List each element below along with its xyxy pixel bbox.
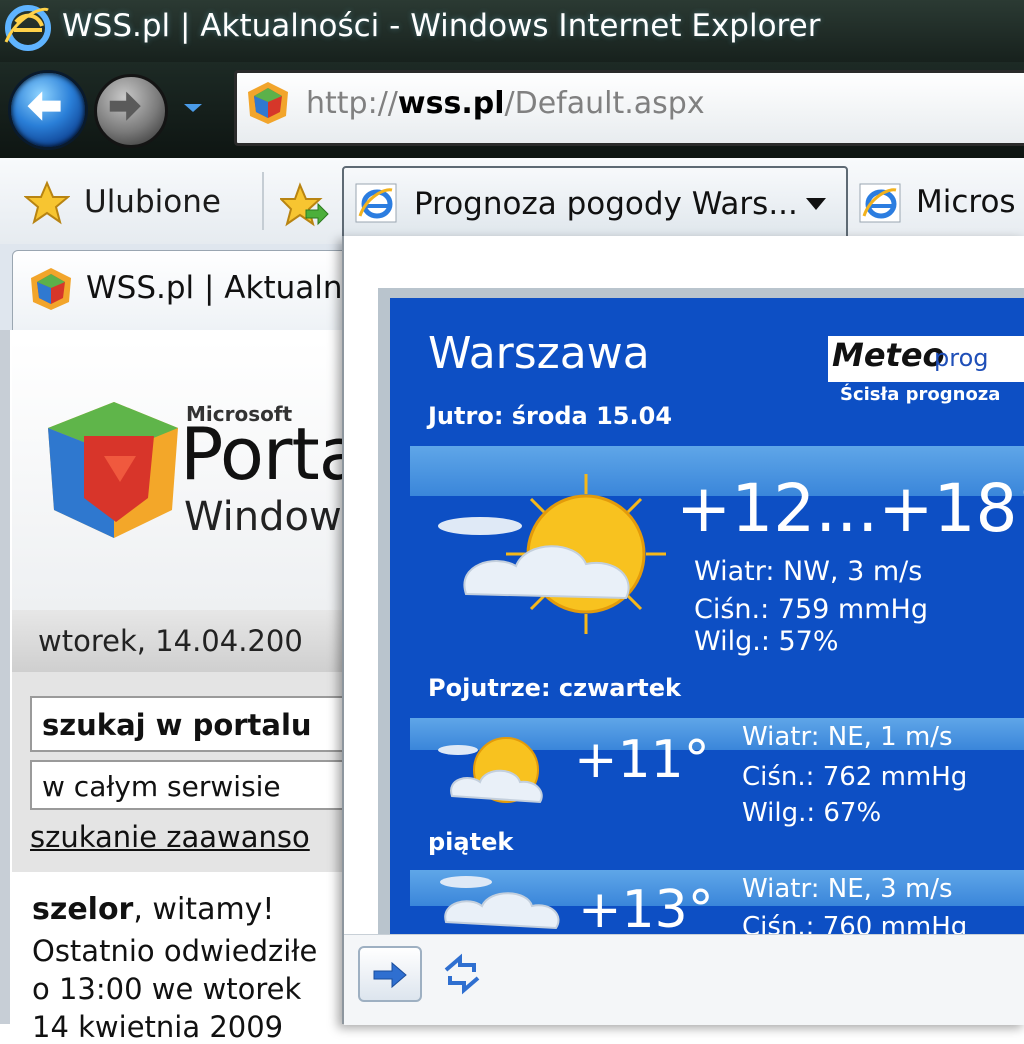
- internet-explorer-icon: [859, 183, 901, 223]
- forward-arrow-icon: [109, 91, 141, 121]
- provider-logo-text-2: prog: [934, 344, 989, 372]
- forecast-temperature: +11°: [574, 730, 710, 790]
- favorites-separator: [262, 172, 264, 230]
- search-input-text: szukaj w portalu: [42, 708, 312, 742]
- sun-cloud-icon: [438, 474, 666, 634]
- cloud-icon: [440, 876, 560, 930]
- forecast-pressure: Ciśn.: 762 mmHg: [742, 762, 968, 792]
- weather-city: Warszawa: [428, 328, 650, 379]
- go-arrow-icon: [373, 961, 407, 989]
- back-button[interactable]: [8, 70, 88, 150]
- forecast-temperature: +12...+18°: [676, 470, 1024, 547]
- address-url-domain: wss.pl: [397, 86, 505, 121]
- forecast-wind: Wiatr: NE, 3 m/s: [742, 874, 953, 904]
- last-visit-line-1: Ostatnio odwiedziłe: [32, 934, 318, 968]
- back-arrow-icon: [27, 91, 61, 121]
- forecast-wind: Wiatr: NW, 3 m/s: [694, 556, 923, 587]
- favorites-button[interactable]: Ulubione: [84, 184, 221, 220]
- last-visit-line-2: o 13:00 we wtorek: [32, 972, 302, 1006]
- refresh-icon[interactable]: [440, 952, 484, 996]
- portal-subtitle: Windows: [184, 494, 363, 540]
- forecast-wind: Wiatr: NE, 1 m/s: [742, 722, 953, 752]
- tab-label: WSS.pl | Aktualno: [86, 270, 362, 306]
- internet-explorer-icon: [355, 183, 397, 223]
- current-date: wtorek, 14.04.200: [38, 624, 303, 658]
- address-url[interactable]: http://wss.pl/Default.aspx: [306, 86, 705, 121]
- provider-logo-text: Meteo: [832, 336, 945, 374]
- forecast-day-label: Pojutrze: czwartek: [428, 674, 682, 702]
- site-favicon-icon: [31, 268, 71, 310]
- welcome-message: szelor, witamy!: [32, 892, 274, 927]
- weather-slice-label: Prognoza pogody Wars...: [414, 186, 798, 222]
- forecast-humidity: Wilg.: 57%: [694, 626, 839, 657]
- recent-pages-chevron-icon[interactable]: [180, 96, 206, 118]
- user-name[interactable]: szelor: [32, 892, 133, 927]
- forecast-day-label: Jutro: środa 15.04: [428, 402, 673, 430]
- portal-logo-icon[interactable]: [44, 398, 184, 542]
- forecast-day-label: piątek: [428, 828, 514, 856]
- forecast-humidity: Wilg.: 67%: [742, 798, 882, 828]
- address-url-path: /Default.aspx: [504, 86, 705, 121]
- address-url-prefix: http://: [306, 86, 398, 121]
- forecast-temperature: +13°: [578, 880, 714, 940]
- add-to-favorites-icon[interactable]: [280, 182, 330, 228]
- provider-tagline: Ścisła prognoza: [840, 384, 1001, 405]
- star-icon[interactable]: [24, 180, 70, 226]
- forward-button[interactable]: [94, 74, 168, 148]
- advanced-search-link[interactable]: szukanie zaawanso: [30, 820, 310, 854]
- window-title: WSS.pl | Aktualności - Windows Internet …: [62, 8, 821, 44]
- search-scope-value: w całym serwisie: [42, 770, 281, 803]
- last-visit-line-3: 14 kwietnia 2009: [32, 1010, 284, 1044]
- sun-cloud-icon: [438, 737, 543, 804]
- forecast-pressure: Ciśn.: 759 mmHg: [694, 594, 928, 625]
- site-favicon-icon: [248, 82, 288, 124]
- microsoft-favorite-link[interactable]: Micros: [916, 184, 1016, 220]
- welcome-text: , witamy!: [133, 892, 275, 927]
- chevron-down-icon[interactable]: [806, 198, 826, 210]
- internet-explorer-icon: [4, 5, 51, 51]
